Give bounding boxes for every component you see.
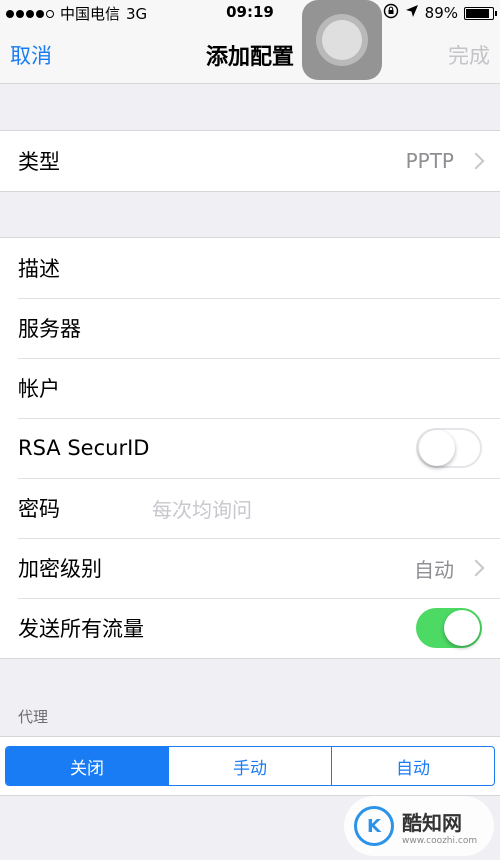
battery-percent: 89% bbox=[424, 4, 458, 22]
proxy-segmented-control: 关闭 手动 自动 bbox=[5, 746, 495, 786]
status-right: 89% bbox=[383, 3, 497, 23]
assistive-touch-button[interactable] bbox=[302, 0, 382, 80]
proxy-option-off[interactable]: 关闭 bbox=[6, 747, 168, 785]
encryption-level-value: 自动 bbox=[414, 557, 454, 582]
type-row[interactable]: 类型 PPTP bbox=[0, 131, 500, 191]
rotation-lock-icon bbox=[383, 3, 399, 23]
config-fields-group: 描述 服务器 帐户 RSA SecurID 密码 每次均询问 加密级别 自动 发… bbox=[0, 237, 500, 659]
page-title: 添加配置 bbox=[205, 45, 294, 70]
password-field[interactable]: 每次均询问 bbox=[152, 494, 252, 523]
type-group: 类型 PPTP bbox=[0, 130, 500, 192]
account-row[interactable]: 帐户 bbox=[0, 358, 500, 418]
send-all-traffic-label: 发送所有流量 bbox=[18, 617, 144, 641]
description-row[interactable]: 描述 bbox=[0, 238, 500, 298]
description-label: 描述 bbox=[18, 257, 60, 281]
battery-icon bbox=[464, 6, 497, 20]
encryption-level-row[interactable]: 加密级别 自动 bbox=[0, 538, 500, 598]
toggle-knob bbox=[444, 610, 480, 646]
account-label: 帐户 bbox=[18, 377, 60, 401]
rsa-securid-toggle[interactable] bbox=[416, 428, 482, 468]
type-value: PPTP bbox=[405, 149, 454, 173]
watermark-logo-icon: K bbox=[354, 806, 394, 846]
proxy-option-manual[interactable]: 手动 bbox=[168, 747, 331, 785]
toggle-knob bbox=[419, 430, 455, 466]
proxy-option-auto[interactable]: 自动 bbox=[331, 747, 494, 785]
send-all-traffic-toggle[interactable] bbox=[416, 608, 482, 648]
send-all-traffic-row: 发送所有流量 bbox=[0, 598, 500, 658]
watermark: K 酷知网 www.coozhi.com bbox=[344, 796, 494, 856]
rsa-securid-label: RSA SecurID bbox=[18, 436, 150, 460]
rsa-securid-row: RSA SecurID bbox=[0, 418, 500, 478]
server-label: 服务器 bbox=[18, 317, 81, 341]
chevron-right-icon bbox=[467, 152, 485, 170]
type-label: 类型 bbox=[18, 150, 60, 174]
chevron-right-icon bbox=[467, 559, 485, 577]
watermark-title: 酷知网 bbox=[402, 810, 462, 835]
navigation-bar: 取消 添加配置 完成 bbox=[0, 26, 500, 84]
status-bar: 中国电信 3G 09:19 89% bbox=[0, 0, 500, 26]
proxy-section-header: 代理 bbox=[18, 708, 49, 726]
password-row[interactable]: 密码 每次均询问 bbox=[0, 478, 500, 538]
encryption-level-label: 加密级别 bbox=[18, 557, 102, 581]
password-label: 密码 bbox=[18, 497, 60, 521]
location-arrow-icon bbox=[405, 4, 419, 22]
watermark-url: www.coozhi.com bbox=[402, 835, 478, 846]
done-button[interactable]: 完成 bbox=[448, 40, 490, 70]
server-row[interactable]: 服务器 bbox=[0, 298, 500, 358]
